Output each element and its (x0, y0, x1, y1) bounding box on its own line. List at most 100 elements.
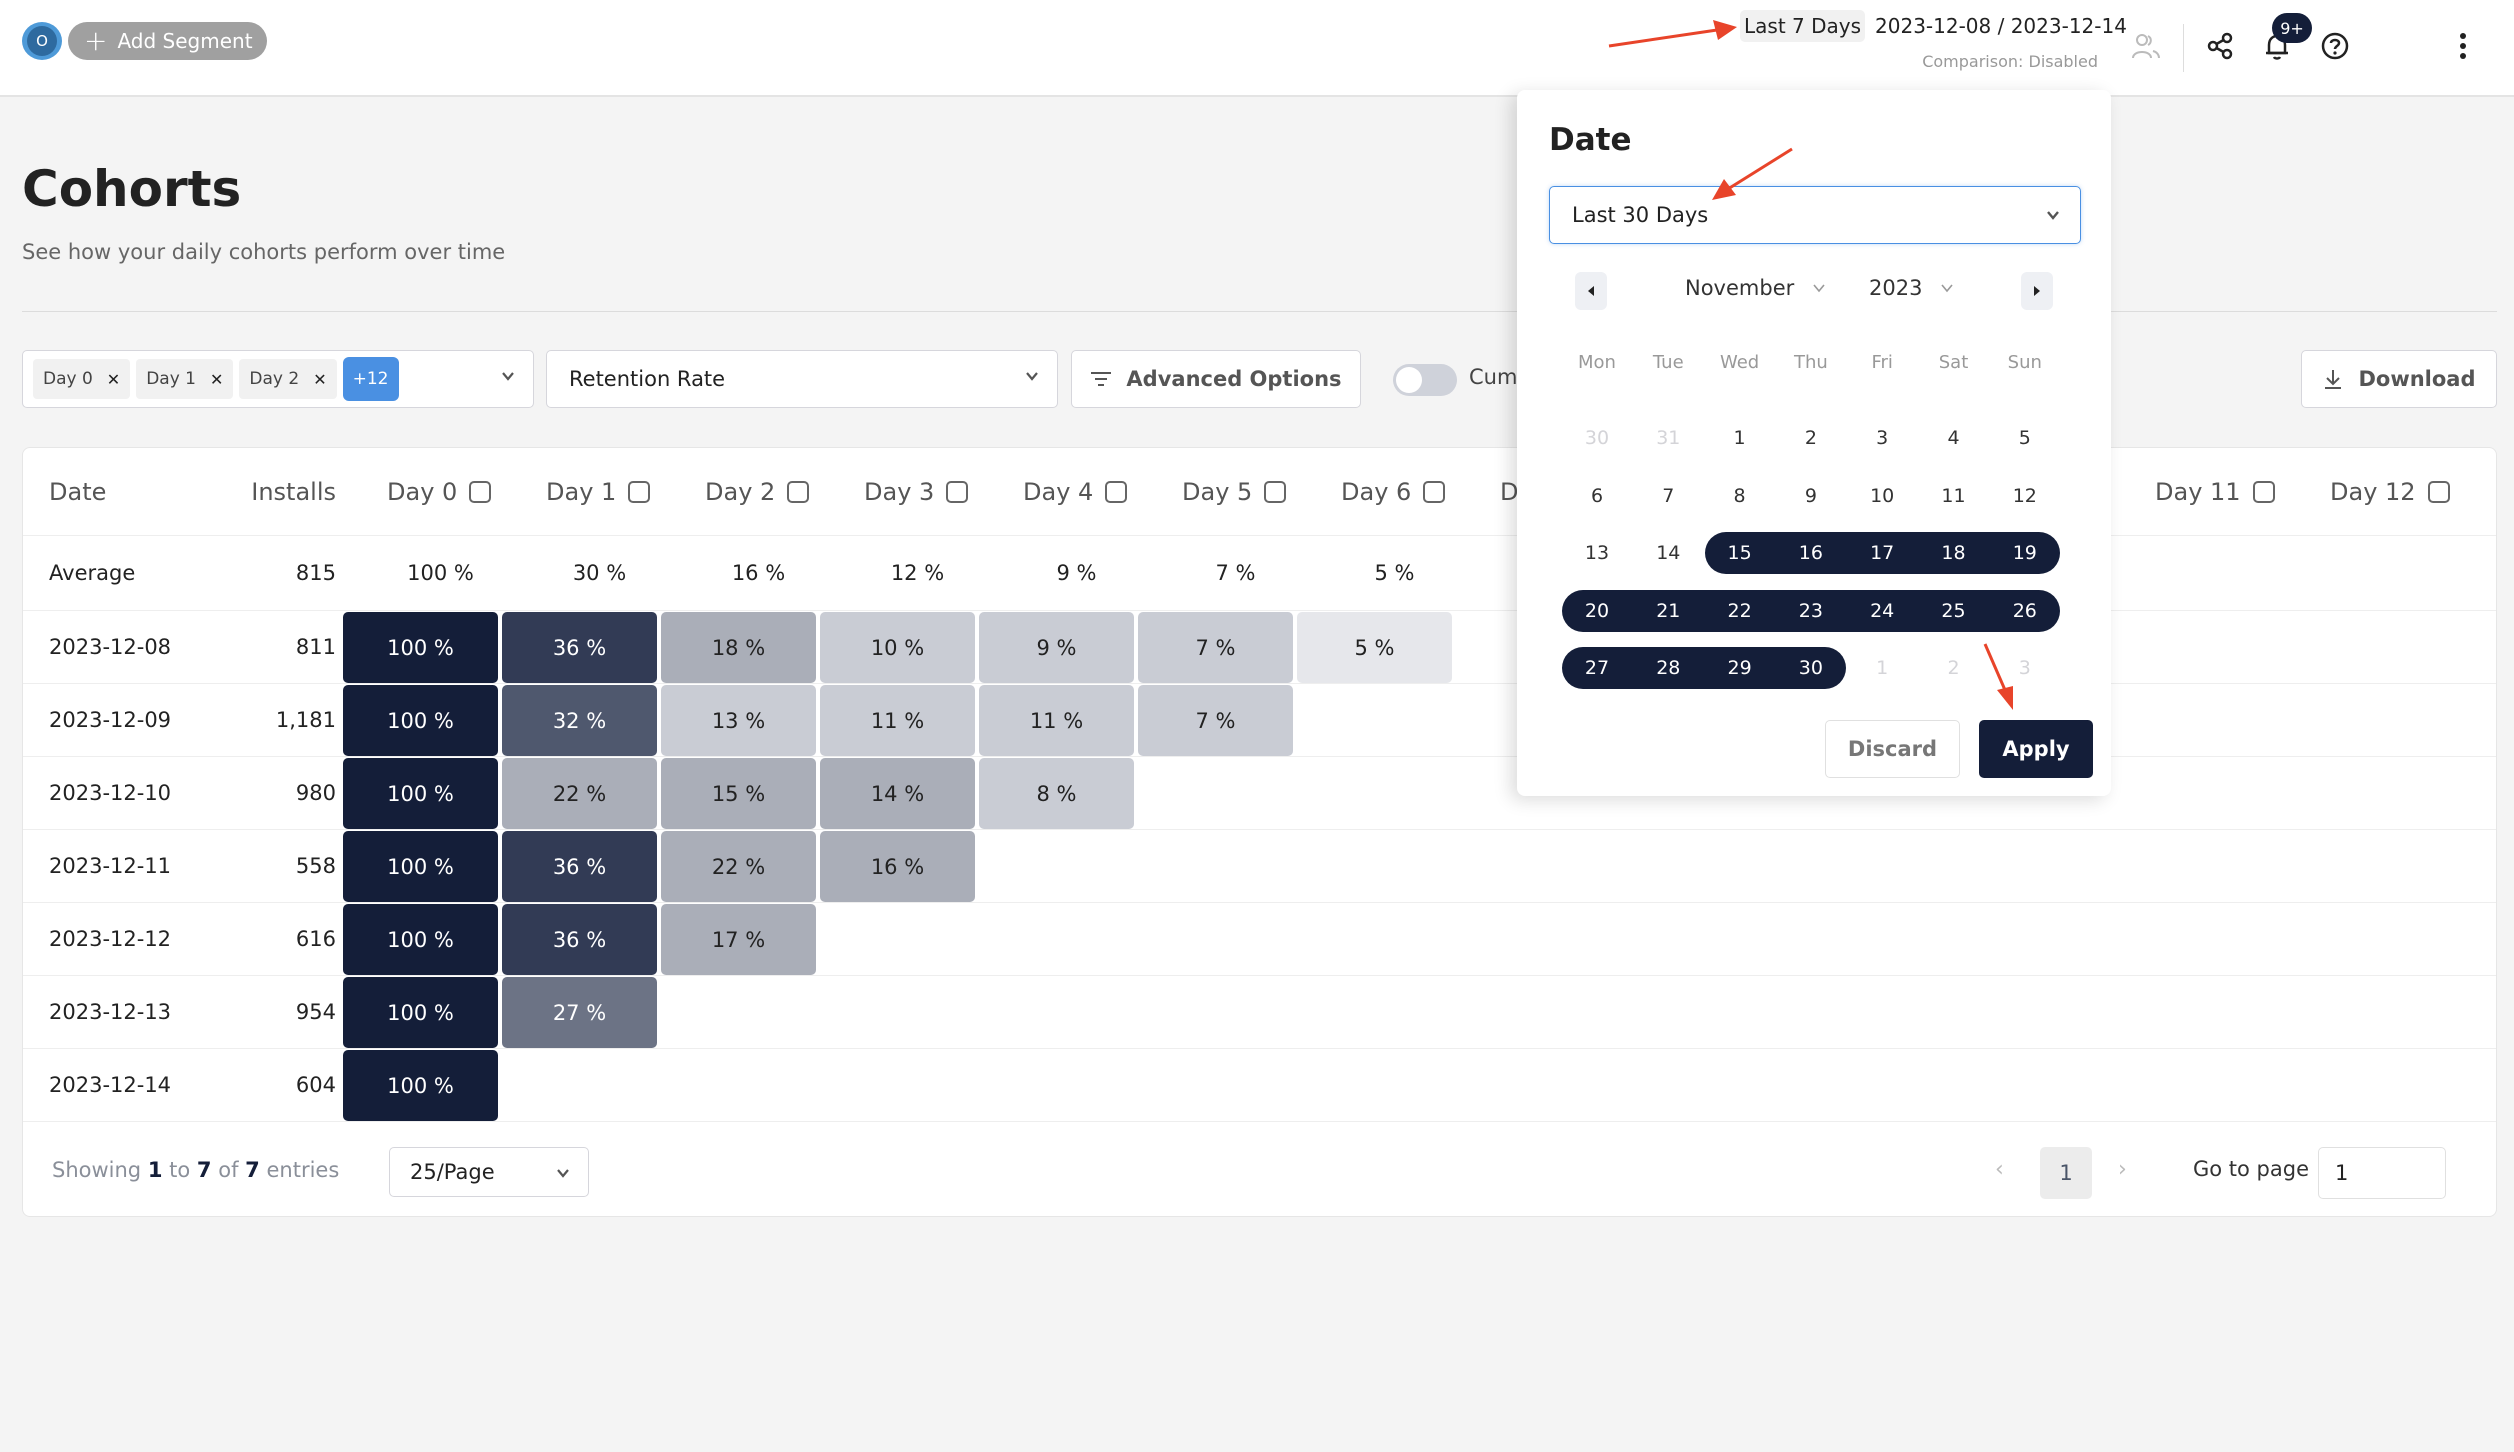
next-page-icon[interactable]: › (2118, 1157, 2127, 1182)
column-checkbox[interactable] (628, 480, 651, 503)
retention-cell[interactable]: 100 % (343, 1050, 498, 1121)
remove-tag-icon[interactable]: ✕ (313, 370, 326, 389)
year-select[interactable]: 2023 (1869, 276, 1954, 300)
retention-cell[interactable]: 17 % (661, 904, 816, 975)
column-checkbox[interactable] (469, 480, 492, 503)
remove-tag-icon[interactable]: ✕ (210, 370, 223, 389)
retention-cell[interactable]: 13 % (661, 685, 816, 756)
retention-cell[interactable]: 100 % (343, 758, 498, 829)
retention-cell[interactable]: 15 % (661, 758, 816, 829)
retention-cell[interactable]: 8 % (979, 758, 1134, 829)
column-header-day[interactable]: Day 6 (1341, 448, 1446, 535)
retention-cell[interactable]: 32 % (502, 685, 657, 756)
next-month-button[interactable] (2021, 272, 2053, 310)
calendar-day[interactable]: 9 (1776, 475, 1846, 517)
calendar-day-selected[interactable]: 23 (1776, 590, 1846, 632)
column-header-day[interactable]: Day 1 (546, 448, 651, 535)
calendar-day-selected[interactable]: 15 (1705, 532, 1775, 574)
retention-cell[interactable]: 22 % (502, 758, 657, 829)
download-button[interactable]: Download (2301, 350, 2497, 408)
column-checkbox[interactable] (1423, 480, 1446, 503)
column-checkbox[interactable] (1105, 480, 1128, 503)
column-header-day[interactable]: Day 12 (2330, 448, 2450, 535)
calendar-day[interactable]: 7 (1633, 475, 1703, 517)
calendar-day-selected[interactable]: 24 (1847, 590, 1917, 632)
calendar-day-selected[interactable]: 30 (1776, 647, 1846, 689)
retention-cell[interactable]: 7 % (1138, 685, 1293, 756)
day-tag[interactable]: Day 1 ✕ (136, 359, 234, 399)
retention-cell[interactable]: 11 % (820, 685, 975, 756)
calendar-day-selected[interactable]: 27 (1562, 647, 1632, 689)
column-checkbox[interactable] (1264, 480, 1287, 503)
retention-cell[interactable]: 100 % (343, 685, 498, 756)
add-segment-button[interactable]: + Add Segment (68, 22, 267, 60)
page-number-current[interactable]: 1 (2040, 1147, 2092, 1199)
more-options-icon[interactable] (2443, 26, 2483, 66)
calendar-day[interactable]: 11 (1919, 475, 1989, 517)
column-header-installs[interactable]: Installs (193, 448, 336, 535)
column-header-day[interactable]: Day 11 (2155, 448, 2275, 535)
calendar-day-selected[interactable]: 22 (1705, 590, 1775, 632)
column-checkbox[interactable] (2427, 480, 2450, 503)
calendar-day[interactable]: 14 (1633, 532, 1703, 574)
calendar-day[interactable]: 2 (1776, 417, 1846, 459)
calendar-day[interactable]: 6 (1562, 475, 1632, 517)
calendar-day-outside[interactable]: 1 (1847, 647, 1917, 689)
calendar-day-selected[interactable]: 29 (1705, 647, 1775, 689)
calendar-day[interactable]: 12 (1990, 475, 2060, 517)
column-checkbox[interactable] (787, 480, 810, 503)
advanced-options-button[interactable]: Advanced Options (1071, 350, 1361, 408)
retention-cell[interactable]: 36 % (502, 612, 657, 683)
column-header-day[interactable]: Day 5 (1182, 448, 1287, 535)
calendar-day-selected[interactable]: 17 (1847, 532, 1917, 574)
day-tag[interactable]: Day 0 ✕ (33, 359, 131, 399)
prev-page-icon[interactable]: ‹ (1995, 1157, 2004, 1182)
days-multiselect[interactable]: Day 0 ✕ Day 1 ✕ Day 2 ✕ +12 (22, 350, 534, 408)
month-select[interactable]: November (1685, 276, 1826, 300)
calendar-day-outside[interactable]: 3 (1990, 647, 2060, 689)
column-header-date[interactable]: Date (49, 448, 106, 535)
retention-cell[interactable]: 9 % (979, 612, 1134, 683)
calendar-day-selected[interactable]: 21 (1633, 590, 1703, 632)
retention-cell[interactable]: 14 % (820, 758, 975, 829)
date-preset-select[interactable]: Last 30 Days (1549, 186, 2081, 244)
more-tags-badge[interactable]: +12 (342, 357, 399, 401)
segment-avatar[interactable]: O (22, 22, 62, 60)
retention-cell[interactable]: 5 % (1297, 612, 1452, 683)
users-icon[interactable] (2126, 26, 2166, 66)
retention-cell[interactable]: 27 % (502, 977, 657, 1048)
share-icon[interactable] (2200, 26, 2240, 66)
help-icon[interactable] (2315, 26, 2355, 66)
calendar-day-outside[interactable]: 31 (1633, 417, 1703, 459)
calendar-day-outside[interactable]: 30 (1562, 417, 1632, 459)
retention-cell[interactable]: 36 % (502, 831, 657, 902)
prev-month-button[interactable] (1575, 272, 1607, 310)
retention-cell[interactable]: 18 % (661, 612, 816, 683)
column-checkbox[interactable] (946, 480, 969, 503)
column-header-day[interactable]: Day 3 (864, 448, 969, 535)
calendar-day-selected[interactable]: 26 (1990, 590, 2060, 632)
calendar-day[interactable]: 4 (1919, 417, 1989, 459)
calendar-day-selected[interactable]: 16 (1776, 532, 1846, 574)
date-preset-label[interactable]: Last 7 Days (1740, 10, 1866, 42)
retention-cell[interactable]: 16 % (820, 831, 975, 902)
retention-cell[interactable]: 100 % (343, 904, 498, 975)
calendar-day-outside[interactable]: 2 (1919, 647, 1989, 689)
page-size-select[interactable]: 25/Page (389, 1147, 589, 1197)
metric-select[interactable]: Retention Rate (546, 350, 1058, 408)
retention-cell[interactable]: 100 % (343, 612, 498, 683)
calendar-day[interactable]: 1 (1705, 417, 1775, 459)
column-checkbox[interactable] (2252, 480, 2275, 503)
column-header-day[interactable]: Day 4 (1023, 448, 1128, 535)
column-header-day[interactable]: Day 0 (387, 448, 492, 535)
apply-button[interactable]: Apply (1979, 720, 2093, 778)
calendar-day[interactable]: 3 (1847, 417, 1917, 459)
calendar-day[interactable]: 10 (1847, 475, 1917, 517)
calendar-day[interactable]: 13 (1562, 532, 1632, 574)
calendar-day[interactable]: 5 (1990, 417, 2060, 459)
retention-cell[interactable]: 11 % (979, 685, 1134, 756)
day-tag[interactable]: Day 2 ✕ (239, 359, 337, 399)
discard-button[interactable]: Discard (1825, 720, 1960, 778)
calendar-day-selected[interactable]: 25 (1919, 590, 1989, 632)
retention-cell[interactable]: 7 % (1138, 612, 1293, 683)
